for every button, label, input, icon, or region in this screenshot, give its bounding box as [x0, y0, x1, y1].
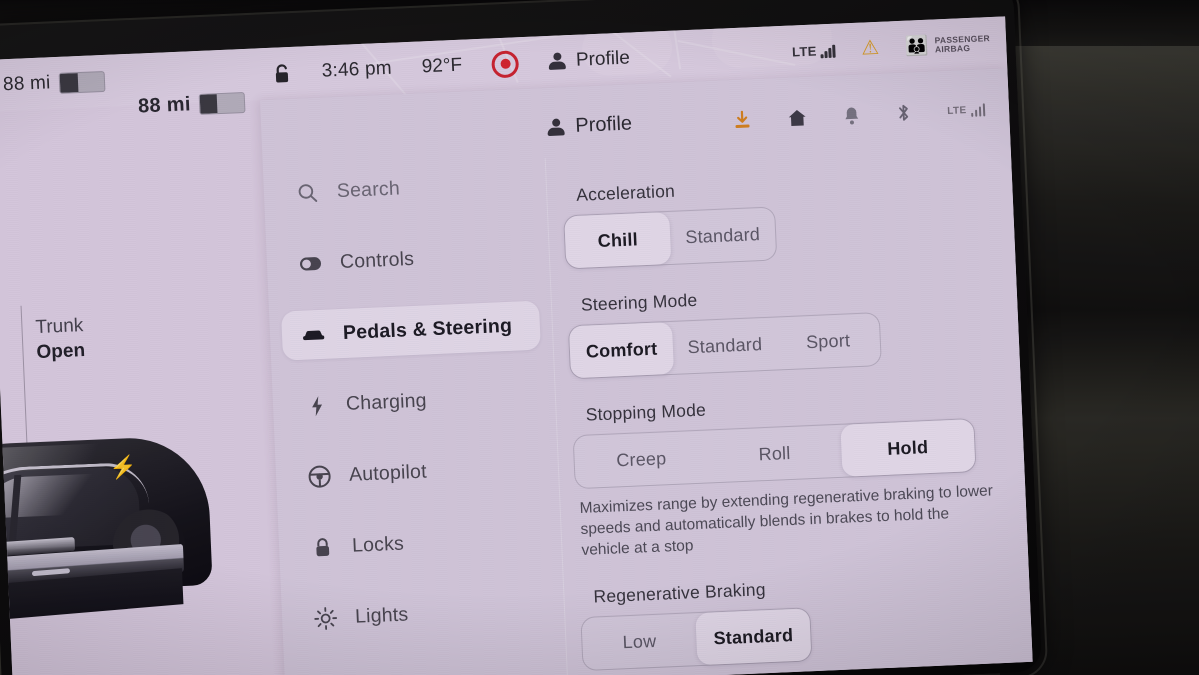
steering-wheel-icon: [308, 465, 332, 489]
sidebar-item-label: Autopilot: [348, 460, 428, 486]
settings-content: Acceleration Chill Standard Steering Mod…: [545, 138, 1033, 675]
lightning-icon: [305, 394, 329, 418]
trunk-status: Trunk Open: [21, 313, 86, 366]
acceleration-option-standard[interactable]: Standard: [669, 207, 776, 263]
acceleration-segmented-control: Chill Standard: [563, 206, 778, 270]
lightning-bolt-icon: ⚡: [109, 453, 138, 481]
notification-bell-icon[interactable]: [843, 105, 861, 125]
sidebar-item-autopilot[interactable]: Autopilot: [287, 442, 547, 502]
acceleration-group: Acceleration Chill Standard: [562, 167, 989, 270]
screenshot-root: 88 mi 3:46 pm 92°F Profile LTE ⚠ 👪 PASSE…: [0, 0, 1199, 675]
bluetooth-icon[interactable]: [896, 103, 912, 124]
stopping-mode-option-hold[interactable]: Hold: [840, 419, 976, 477]
regenerative-braking-group: Regenerative Braking Low Standard Apply …: [579, 569, 1009, 675]
stopping-mode-option-roll[interactable]: Roll: [707, 425, 842, 483]
status-bar-right: LTE ⚠ 👪 PASSENGER AIRBAG: [792, 33, 991, 61]
airbag-line2: AIRBAG: [934, 42, 971, 55]
steering-mode-group: Steering Mode Comfort Standard Sport: [567, 277, 994, 380]
clock[interactable]: 3:46 pm: [321, 58, 392, 83]
unlocked-padlock-icon[interactable]: [272, 62, 292, 84]
profile-status-label: Profile: [575, 47, 631, 71]
lte-label: LTE: [946, 104, 967, 117]
panel-header-icons: LTE: [733, 99, 986, 130]
temperature-readout[interactable]: 92°F: [421, 55, 462, 79]
person-icon: [547, 118, 565, 137]
passenger-airbag-indicator: 👪 PASSENGER AIRBAG: [904, 33, 991, 58]
regenerative-braking-option-low[interactable]: Low: [581, 613, 697, 670]
regenerative-braking-title: Regenerative Braking: [593, 579, 767, 607]
sidebar-item-lights[interactable]: Lights: [293, 584, 553, 644]
acceleration-option-chill[interactable]: Chill: [564, 211, 672, 269]
sidebar-item-search[interactable]: Search: [275, 159, 535, 219]
profile-status-button[interactable]: Profile: [549, 47, 631, 72]
light-beam-icon: [314, 607, 338, 631]
sidebar-item-locks[interactable]: Locks: [290, 513, 550, 573]
tesla-touchscreen: 88 mi 3:46 pm 92°F Profile LTE ⚠ 👪 PASSE…: [0, 16, 1033, 675]
stopping-mode-description: Maximizes range by extending regenerativ…: [579, 482, 994, 559]
sidebar-item-charging[interactable]: Charging: [284, 372, 544, 432]
lte-label: LTE: [791, 42, 818, 60]
sidebar-item-label: Locks: [351, 532, 405, 557]
range-readout: 88 mi: [137, 93, 192, 118]
car-3d-render[interactable]: ⚡: [0, 411, 306, 675]
steering-mode-title: Steering Mode: [580, 289, 698, 315]
status-bar-left: 88 mi: [3, 70, 106, 96]
lte-signal-icon[interactable]: LTE: [946, 102, 986, 118]
trunk-state: Open: [36, 340, 86, 364]
sidebar-item-display[interactable]: Display: [296, 655, 556, 675]
search-icon: [295, 181, 319, 205]
software-update-download-icon[interactable]: [733, 110, 752, 130]
sidebar-item-label: Search: [336, 177, 401, 203]
sidebar-item-controls[interactable]: Controls: [278, 230, 538, 290]
panel-profile-label: Profile: [574, 112, 633, 137]
steering-mode-option-sport[interactable]: Sport: [775, 313, 880, 369]
settings-sidebar: Search Controls Pedals & Steering Chargi…: [263, 158, 567, 675]
vehicle-visualization-pane: 88 mi Trunk Open ⚡: [0, 91, 285, 675]
car-icon: [302, 323, 326, 347]
sidebar-item-label: Controls: [339, 247, 415, 274]
regenerative-braking-segmented-control: Low Standard: [580, 607, 813, 672]
panel-profile-button[interactable]: Profile: [547, 112, 633, 139]
toggle-icon: [299, 252, 323, 276]
sidebar-item-label: Pedals & Steering: [342, 314, 513, 344]
steering-mode-segmented-control: Comfort Standard Sport: [567, 312, 882, 380]
range-readout: 88 mi: [2, 72, 51, 96]
battery-icon: [59, 70, 106, 94]
battery-icon: [198, 91, 246, 115]
stopping-mode-group: Stopping Mode Creep Roll Hold Maximizes …: [571, 387, 1001, 561]
airbag-person-icon: 👪: [904, 35, 930, 58]
acceleration-title: Acceleration: [575, 180, 676, 205]
home-icon[interactable]: [787, 107, 808, 127]
stopping-mode-option-creep[interactable]: Creep: [574, 431, 709, 489]
status-bar-center: 3:46 pm 92°F Profile: [272, 45, 630, 87]
trunk-label: Trunk: [35, 315, 84, 339]
lte-signal-icon: LTE: [792, 42, 836, 59]
range-group: 88 mi: [138, 91, 246, 119]
sidebar-item-label: Charging: [345, 389, 428, 415]
record-dot-icon[interactable]: [491, 49, 520, 78]
sidebar-item-pedals-and-steering[interactable]: Pedals & Steering: [281, 300, 541, 361]
regenerative-braking-option-standard[interactable]: Standard: [695, 608, 812, 666]
hazard-triangle-icon[interactable]: ⚠: [861, 37, 880, 60]
lock-icon: [311, 536, 335, 560]
steering-mode-option-comfort[interactable]: Comfort: [568, 321, 675, 379]
person-icon: [549, 52, 567, 71]
steering-mode-option-standard[interactable]: Standard: [672, 317, 777, 373]
stopping-mode-segmented-control: Creep Roll Hold: [572, 418, 977, 490]
sidebar-item-label: Lights: [354, 603, 409, 628]
settings-panel: Profile LTE Search Controls Pedals & Ste…: [259, 68, 1033, 675]
